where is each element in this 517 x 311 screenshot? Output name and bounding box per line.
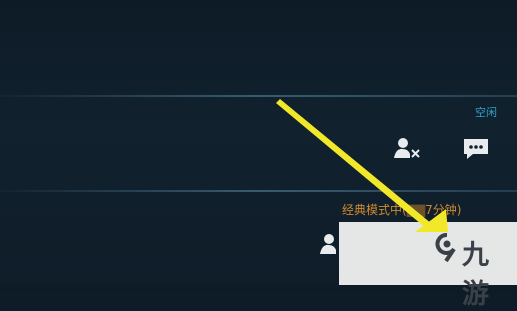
remove-friend-button[interactable] (392, 134, 422, 162)
friend-status-label: 空闲 (475, 106, 497, 119)
9game-logo-icon (435, 233, 456, 263)
game-mode-status: 经典模式中(▇▇7分钟) (342, 203, 462, 217)
chat-button[interactable] (461, 136, 491, 162)
game-mode-status-time: 7分钟) (425, 203, 462, 217)
watermark-text: 九游 (462, 240, 490, 310)
row-divider-top (0, 95, 517, 97)
chat-bubble-icon (464, 139, 488, 159)
row-divider-bottom (0, 190, 517, 192)
game-mode-status-text: 经典模式中( (342, 203, 407, 217)
user-remove-icon (394, 138, 420, 158)
watermark-logo (434, 232, 460, 264)
